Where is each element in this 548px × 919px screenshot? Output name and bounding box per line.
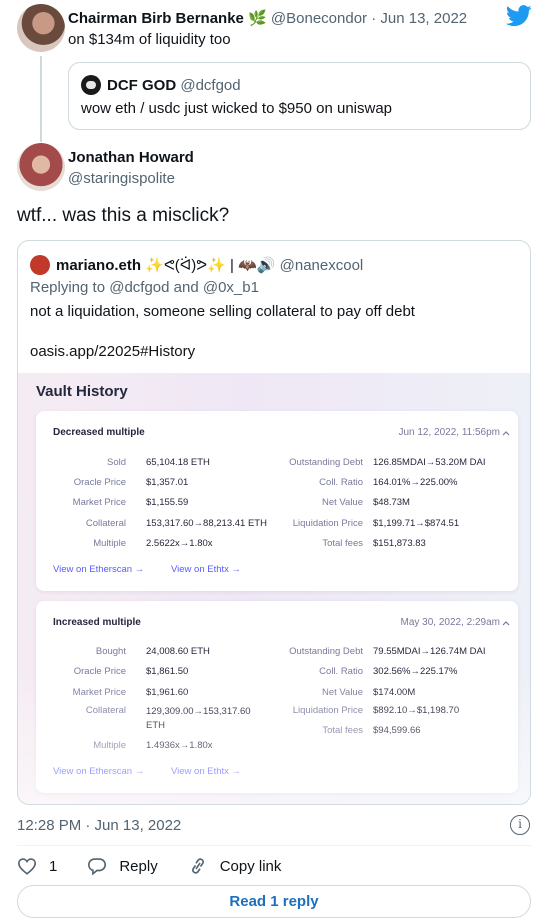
main-name[interactable]: Jonathan Howard <box>68 149 194 166</box>
value: $1,199.71→$874.51 <box>373 518 460 529</box>
main-avatar[interactable] <box>17 143 65 191</box>
action-bar: 1 Reply Copy link <box>17 856 311 876</box>
value: $892.10→$1,198.70 <box>373 705 460 716</box>
value: 79.55MDAI→126.74M DAI <box>373 646 486 657</box>
label: Bought <box>95 646 126 657</box>
quoted-tweet-nanexcool[interactable]: mariano.eth ✨ᕙ(ᐛ)ᕗ✨ | 🦇🔊 @nanexcool Repl… <box>17 240 531 805</box>
vault-card-increased: Increased multiple May 30, 2022, 2:29am … <box>36 601 518 793</box>
view-on-etherscan-link[interactable]: View on Etherscan → <box>53 564 144 575</box>
quote2-name: mariano.eth <box>56 256 142 274</box>
label: Oracle Price <box>73 666 126 677</box>
quote2-avatar <box>30 255 50 275</box>
parent-text: on $134m of liquidity too <box>68 31 231 48</box>
vault-card-title: Decreased multiple <box>53 427 145 438</box>
quote1-text: wow eth / usdc just wicked to $950 on un… <box>81 100 393 117</box>
value: $174.00M <box>373 687 416 698</box>
label: Market Price <box>72 687 126 698</box>
label: Liquidation Price <box>292 705 363 716</box>
label: Collateral <box>85 705 126 716</box>
like-count: 1 <box>49 857 58 875</box>
value: 153,317.60→88,213.41 ETH <box>146 518 267 529</box>
value: 164.01%→225.00% <box>373 477 458 488</box>
label: Market Price <box>72 497 126 508</box>
quote2-replying: Replying to @dcfgod and @0x_b1 <box>30 279 259 296</box>
parent-date[interactable]: Jun 13, 2022 <box>380 10 467 27</box>
info-icon[interactable]: i <box>510 815 530 835</box>
label: Coll. Ratio <box>319 477 363 488</box>
chevron-up-icon[interactable] <box>502 430 510 436</box>
tweet-timestamp[interactable]: 12:28 PM · Jun 13, 2022 <box>17 817 181 834</box>
reply-label: Reply <box>119 857 158 875</box>
link-icon <box>191 858 204 874</box>
label: Liquidation Price <box>292 518 363 529</box>
parent-handle[interactable]: @Bonecondor <box>271 10 367 27</box>
quoted-tweet-dcfgod[interactable]: DCF GOD @dcfgod wow eth / usdc just wick… <box>68 62 531 130</box>
twitter-bird-icon[interactable] <box>506 5 532 27</box>
parent-avatar[interactable] <box>17 4 65 52</box>
label: Sold <box>106 457 126 468</box>
value: 1.4936x→1.80x <box>146 740 213 751</box>
quote1-header: DCF GOD @dcfgod <box>81 75 241 95</box>
copy-link-label: Copy link <box>219 857 282 875</box>
copy-link-button[interactable]: Copy link <box>188 857 282 875</box>
reply-button[interactable]: Reply <box>87 857 158 875</box>
value: 129,309.00→153,317.60 ETH <box>146 706 251 731</box>
label: Net Value <box>321 687 363 698</box>
main-handle[interactable]: @staringispolite <box>68 170 175 187</box>
separator: · <box>371 10 377 27</box>
value: $1,155.59 <box>146 497 189 508</box>
label: Coll. Ratio <box>319 666 363 677</box>
read-replies-button[interactable]: Read 1 reply <box>17 885 531 918</box>
heart-icon <box>17 858 37 875</box>
label: Multiple <box>93 538 126 549</box>
value: $1,357.01 <box>146 477 189 488</box>
chevron-up-icon[interactable] <box>502 620 510 626</box>
quote1-handle: @dcfgod <box>180 76 241 94</box>
label: Net Value <box>321 497 363 508</box>
label: Multiple <box>93 740 126 751</box>
quote2-name-decor: ✨ᕙ(ᐛ)ᕗ✨ | 🦇🔊 <box>145 257 276 274</box>
quote1-name: DCF GOD <box>107 76 177 94</box>
quote2-line2: oasis.app/22025#History <box>30 343 196 360</box>
parent-header: Chairman Birb Bernanke 🌿 @Bonecondor · J… <box>68 9 467 27</box>
reply-bubble-icon <box>88 858 107 875</box>
view-on-ethtx-link[interactable]: View on Ethtx → <box>171 766 241 777</box>
quote1-avatar <box>81 75 101 95</box>
value: $94,599.66 <box>373 725 421 736</box>
quote2-line1: not a liquidation, someone selling colla… <box>30 303 415 320</box>
value: 302.56%→225.17% <box>373 666 458 677</box>
label: Oracle Price <box>73 477 126 488</box>
quote2-handle: @nanexcool <box>279 256 364 274</box>
label: Outstanding Debt <box>289 457 363 468</box>
thread-line <box>40 56 42 142</box>
divider <box>17 845 531 846</box>
value: $151,873.83 <box>373 538 426 549</box>
view-on-etherscan-link[interactable]: View on Etherscan → <box>53 766 144 777</box>
label: Outstanding Debt <box>289 646 363 657</box>
label: Total fees <box>322 538 363 549</box>
parent-name[interactable]: Chairman Birb Bernanke <box>68 10 244 27</box>
value: 2.5622x→1.80x <box>146 538 213 549</box>
label: Total fees <box>322 725 363 736</box>
vault-title: Vault History <box>36 383 128 400</box>
main-text: wtf... was this a misclick? <box>17 205 230 226</box>
vault-card-decreased: Decreased multiple Jun 12, 2022, 11:56pm… <box>36 411 518 591</box>
label: Collateral <box>85 518 126 529</box>
view-on-ethtx-link[interactable]: View on Ethtx → <box>171 564 241 575</box>
like-button[interactable]: 1 <box>17 857 57 875</box>
value: 65,104.18 ETH <box>146 457 210 468</box>
vault-card-date: May 30, 2022, 2:29am <box>400 617 500 628</box>
leaf-emoji: 🌿 <box>248 10 267 27</box>
vault-history-image: Vault History Decreased multiple Jun 12,… <box>18 373 530 804</box>
value: $1,861.50 <box>146 666 189 677</box>
value: 126.85MDAI→53.20M DAI <box>373 457 486 468</box>
quote2-header: mariano.eth ✨ᕙ(ᐛ)ᕗ✨ | 🦇🔊 @nanexcool <box>30 255 363 275</box>
vault-card-date: Jun 12, 2022, 11:56pm <box>398 427 500 438</box>
value: $48.73M <box>373 497 410 508</box>
vault-card-title: Increased multiple <box>53 617 141 628</box>
value: $1,961.60 <box>146 687 189 698</box>
value: 24,008.60 ETH <box>146 646 210 657</box>
